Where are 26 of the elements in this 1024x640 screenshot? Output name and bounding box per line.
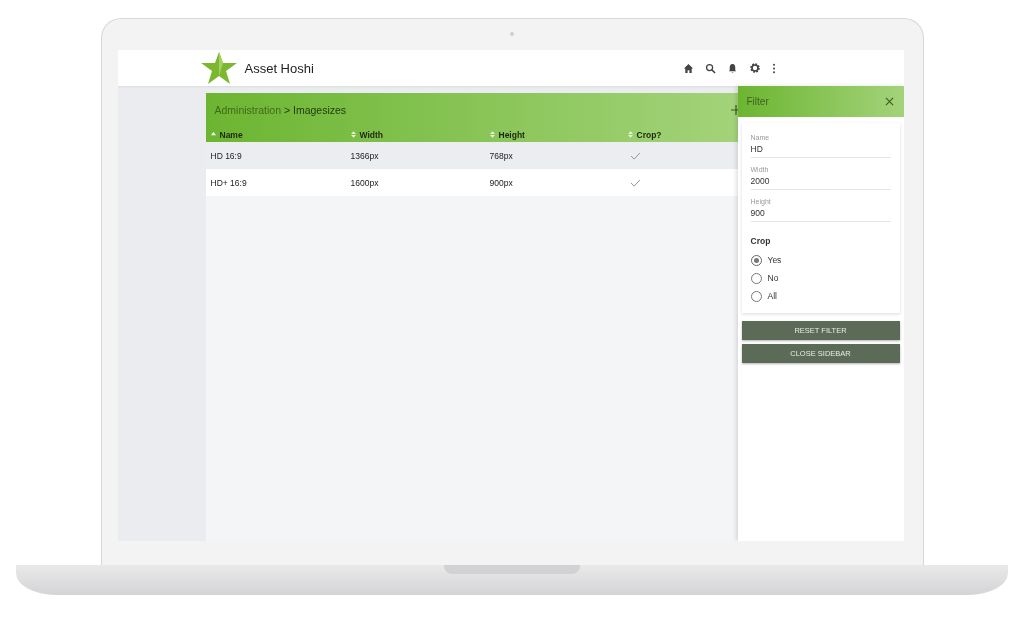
radio-label[interactable]: All	[767, 291, 777, 301]
sort-icon[interactable]	[210, 131, 216, 138]
more-icon[interactable]	[771, 62, 776, 74]
home-icon[interactable]	[682, 62, 694, 74]
table-cell: HD 16:9	[210, 150, 242, 161]
settings-icon[interactable]	[748, 62, 761, 74]
column-header[interactable]: Width	[359, 129, 384, 140]
table-row[interactable]: HD+ 16:9 1600px 900px	[205, 169, 738, 196]
crop-heading: Crop	[750, 236, 772, 246]
search-icon[interactable]	[704, 62, 716, 74]
column-header[interactable]: Crop?	[636, 129, 662, 140]
close-icon[interactable]	[884, 97, 894, 106]
sidebar-title: Filter	[746, 96, 769, 107]
breadcrumb: Administration > Imagesizes	[214, 104, 347, 116]
radio-label[interactable]: No	[767, 273, 779, 283]
table-cell: 768px	[489, 150, 513, 161]
table-cell: 1366px	[350, 150, 379, 161]
table-cell: 900px	[489, 177, 513, 188]
app-title: Asset Hoshi	[244, 60, 314, 76]
table-row[interactable]: HD 16:9 1366px 768px	[205, 142, 738, 169]
column-header[interactable]: Name	[219, 129, 243, 140]
table-cell: HD+ 16:9	[210, 177, 247, 188]
column-header[interactable]: Height	[498, 129, 525, 140]
radio-label[interactable]: Yes	[767, 255, 782, 265]
table-cell: 1600px	[350, 177, 379, 188]
star-logo-icon	[200, 52, 237, 84]
